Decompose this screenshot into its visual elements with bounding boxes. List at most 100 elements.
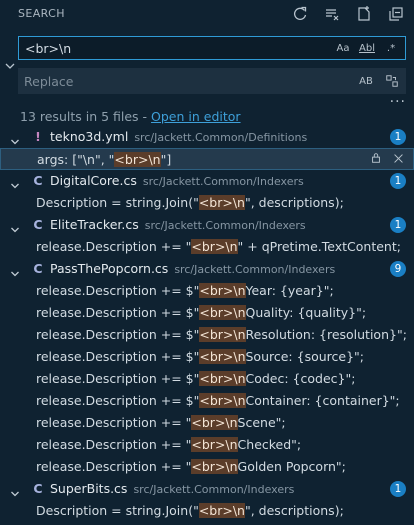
chevron-down-icon[interactable] <box>10 132 20 145</box>
view-title: SEARCH <box>18 7 65 20</box>
match-prefix: release.Description += $" <box>36 283 200 298</box>
match-suffix: Scene"; <box>237 415 286 430</box>
match-result-row[interactable]: Description = string.Join("<br>\n", desc… <box>0 192 414 214</box>
clear-results-icon[interactable] <box>322 4 342 24</box>
match-highlight: <br>\n <box>199 327 246 342</box>
match-highlight: <br>\n <box>191 437 238 452</box>
match-count-badge: 1 <box>390 129 406 145</box>
match-case-toggle[interactable]: Aa <box>335 40 351 56</box>
match-highlight: <br>\n <box>198 503 245 518</box>
match-highlight: <br>\n <box>199 305 246 320</box>
match-highlight: <br>\n <box>191 415 238 430</box>
file-result-row[interactable]: ! tekno3d.yml src/Jackett.Common/Definitio… <box>0 126 414 148</box>
match-suffix: " + qPretime.TextContent; <box>237 239 401 254</box>
match-suffix: Container: {container}"; <box>245 393 400 408</box>
csharp-icon: C <box>33 481 43 496</box>
match-result-row[interactable]: release.Description += $"<br>\nSource: {… <box>0 346 414 368</box>
match-result-row[interactable]: release.Description += "<br>\n" + qPreti… <box>0 236 414 258</box>
file-path: src/Jackett.Common/Definitions <box>134 131 308 144</box>
match-result-row[interactable]: Description = string.Join("<br>\n", desc… <box>0 500 414 522</box>
match-count-badge: 9 <box>390 261 406 277</box>
match-count-badge: 1 <box>390 173 406 189</box>
replace-input[interactable] <box>24 73 324 89</box>
match-suffix: Source: {source}"; <box>245 349 365 364</box>
match-highlight: <br>\n <box>199 283 246 298</box>
match-highlight: <br>\n <box>199 393 246 408</box>
refresh-icon[interactable] <box>290 4 310 24</box>
match-suffix: Golden Popcorn"; <box>237 459 346 474</box>
match-suffix: Quality: {quality}"; <box>245 305 367 320</box>
match-prefix: release.Description += $" <box>36 327 200 342</box>
match-result-row[interactable]: release.Description += "<br>\nChecked"; <box>0 434 414 456</box>
file-path: src/Jackett.Common/Indexers <box>142 175 304 188</box>
chevron-down-icon[interactable] <box>10 176 20 189</box>
match-suffix: Codec: {codec}"; <box>245 371 356 386</box>
match-prefix: release.Description += " <box>36 437 192 452</box>
preserve-case-toggle[interactable]: AB <box>358 73 374 89</box>
chevron-down-icon[interactable] <box>10 264 20 277</box>
match-result-row[interactable]: release.Description += "<br>\nScene"; <box>0 412 414 434</box>
match-result-row[interactable]: release.Description += $"<br>\nContainer… <box>0 390 414 412</box>
match-highlight: <br>\n <box>114 152 161 167</box>
match-count-badge: 1 <box>390 481 406 497</box>
csharp-icon: C <box>33 173 43 188</box>
match-suffix: "] <box>160 152 172 167</box>
match-result-row[interactable]: release.Description += "<br>\nGolden Pop… <box>0 456 414 478</box>
search-box: Aa Abl .* <box>18 36 406 60</box>
chevron-down-icon[interactable] <box>10 484 20 497</box>
csharp-icon: C <box>33 261 43 276</box>
match-prefix: release.Description += $" <box>36 393 200 408</box>
match-suffix: ", descriptions); <box>244 503 344 518</box>
match-highlight: <br>\n <box>199 349 246 364</box>
match-result-row[interactable]: args: ["\n", "<br>\n"] <box>0 148 414 170</box>
file-result-row[interactable]: C EliteTracker.cs src/Jackett.Common/Index… <box>0 214 414 236</box>
match-result-row[interactable]: release.Description += $"<br>\nYear: {ye… <box>0 280 414 302</box>
match-result-row[interactable]: release.Description += $"<br>\nCodec: {c… <box>0 368 414 390</box>
file-name: tekno3d.yml <box>50 129 129 144</box>
collapse-all-icon[interactable] <box>386 4 406 24</box>
match-prefix: args: ["\n", " <box>37 152 115 167</box>
match-prefix: release.Description += " <box>36 239 192 254</box>
file-result-row[interactable]: C PassThePopcorn.cs src/Jackett.Common/Ind… <box>0 258 414 280</box>
match-prefix: release.Description += " <box>36 415 192 430</box>
use-regex-toggle[interactable]: .* <box>383 40 399 56</box>
match-prefix: release.Description += $" <box>36 349 200 364</box>
results-tree: ! tekno3d.yml src/Jackett.Common/Definitio… <box>0 126 414 522</box>
open-in-editor-link[interactable]: Open in editor <box>151 109 241 124</box>
search-input[interactable] <box>25 40 325 56</box>
search-view-header: SEARCH <box>0 0 414 28</box>
file-result-row[interactable]: C SuperBits.cs src/Jackett.Common/Indexers… <box>0 478 414 500</box>
file-result-row[interactable]: C DigitalCore.cs src/Jackett.Common/Indexe… <box>0 170 414 192</box>
match-result-row[interactable]: release.Description += $"<br>\nResolutio… <box>0 324 414 346</box>
exclamation-icon: ! <box>35 129 41 144</box>
match-result-row[interactable]: release.Description += $"<br>\nQuality: … <box>0 302 414 324</box>
file-name: DigitalCore.cs <box>50 173 137 188</box>
results-summary: 13 results in 5 files - Open in editor <box>20 109 241 124</box>
match-prefix: Description = string.Join(" <box>36 195 199 210</box>
toggle-replace-icon[interactable] <box>4 60 16 72</box>
file-path: src/Jackett.Common/Indexers <box>144 219 306 232</box>
match-highlight: <br>\n <box>199 371 246 386</box>
match-prefix: release.Description += $" <box>36 305 200 320</box>
match-prefix: release.Description += $" <box>36 371 200 386</box>
chevron-down-icon[interactable] <box>10 220 20 233</box>
match-highlight: <br>\n <box>191 239 238 254</box>
match-suffix: Checked"; <box>237 437 302 452</box>
match-suffix: Year: {year}"; <box>245 283 334 298</box>
results-count-text: 13 results in 5 files - <box>20 109 152 124</box>
match-count-badge: 1 <box>390 217 406 233</box>
match-highlight: <br>\n <box>191 459 238 474</box>
match-highlight: <br>\n <box>198 195 245 210</box>
match-suffix: ", descriptions); <box>244 195 344 210</box>
match-whole-word-toggle[interactable]: Abl <box>359 40 375 56</box>
file-name: SuperBits.cs <box>50 481 128 496</box>
more-options-icon[interactable]: ··· <box>390 94 406 110</box>
replace-all-icon[interactable] <box>384 73 400 89</box>
new-search-editor-icon[interactable] <box>354 4 374 24</box>
file-path: src/Jackett.Common/Indexers <box>133 483 295 496</box>
csharp-icon: C <box>33 217 43 232</box>
replace-icon[interactable] <box>369 149 383 171</box>
file-name: EliteTracker.cs <box>50 217 139 232</box>
dismiss-icon[interactable] <box>391 149 405 171</box>
match-prefix: Description = string.Join(" <box>36 503 199 518</box>
